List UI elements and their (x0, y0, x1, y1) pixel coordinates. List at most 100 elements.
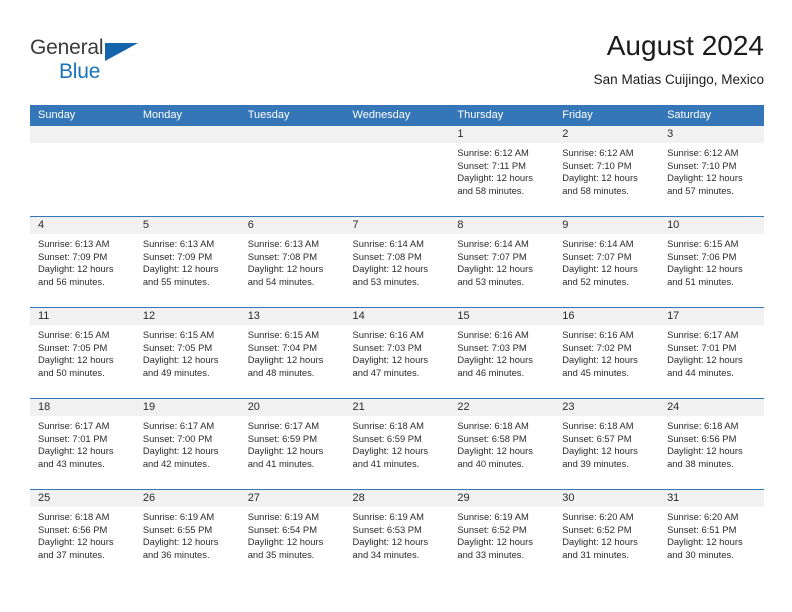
day-sunrise-text: Sunrise: 6:20 AM (667, 511, 739, 522)
day-sun-details: Sunrise: 6:13 AM Sunset: 7:09 PM Daylight:… (30, 234, 135, 288)
day-number: 16 (554, 308, 660, 325)
calendar-day-cell[interactable]: 9 Sunrise: 6:14 AM Sunset: 7:07 PM Daylight… (554, 216, 660, 308)
calendar-day-cell[interactable]: 26 Sunrise: 6:19 AM Sunset: 6:55 PM Dayligh… (134, 489, 240, 580)
calendar-day-cell[interactable]: 23 Sunrise: 6:18 AM Sunset: 6:57 PM Dayligh… (554, 398, 660, 490)
calendar-day-cell[interactable]: 15 Sunrise: 6:16 AM Sunset: 7:03 PM Dayligh… (449, 307, 555, 399)
day-daylight-text: Daylight: 12 hours (562, 445, 638, 457)
day-number: 13 (239, 308, 345, 325)
calendar-day-cell[interactable]: 30 Sunrise: 6:20 AM Sunset: 6:52 PM Dayligh… (554, 489, 660, 580)
day-daylight-text: and 48 minutes. (247, 366, 315, 378)
page-header: General Blue August 2024 San Matias Cuij… (30, 28, 764, 96)
calendar-day-cell[interactable]: 19 Sunrise: 6:17 AM Sunset: 7:00 PM Dayligh… (134, 398, 240, 490)
day-daylight-text: Daylight: 12 hours (562, 536, 638, 548)
day-number (134, 126, 240, 143)
day-number: 5 (134, 217, 240, 234)
day-cell-inner: 3 Sunrise: 6:12 AM Sunset: 7:10 PM Daylight… (659, 126, 764, 216)
calendar-day-cell[interactable]: 10 Sunrise: 6:15 AM Sunset: 7:06 PM Dayligh… (659, 216, 764, 308)
day-sun-details: Sunrise: 6:18 AM Sunset: 6:56 PM Daylight:… (30, 507, 135, 561)
day-cell-inner: 29 Sunrise: 6:19 AM Sunset: 6:52 PM Dayligh… (449, 490, 555, 580)
calendar-day-cell[interactable]: 2 Sunrise: 6:12 AM Sunset: 7:10 PM Daylight… (554, 126, 660, 217)
day-daylight-text: Daylight: 12 hours (247, 354, 324, 366)
calendar-day-cell[interactable]: 29 Sunrise: 6:19 AM Sunset: 6:52 PM Dayligh… (449, 489, 555, 580)
day-sun-details: Sunrise: 6:20 AM Sunset: 6:52 PM Daylight:… (554, 507, 659, 561)
day-daylight-text: Daylight: 12 hours (352, 536, 429, 548)
day-sun-details: Sunrise: 6:15 AM Sunset: 7:06 PM Daylight:… (659, 234, 764, 288)
weekday-header-wednesday: Wednesday (344, 105, 450, 126)
day-daylight-text: and 51 minutes. (667, 275, 734, 287)
day-daylight-text: and 41 minutes. (352, 457, 420, 469)
day-number: 17 (659, 308, 764, 325)
day-sunrise-text: Sunrise: 6:18 AM (38, 511, 110, 522)
logo-text-general: General (30, 36, 104, 59)
day-cell-inner: 13 Sunrise: 6:15 AM Sunset: 7:04 PM Dayligh… (239, 308, 345, 398)
day-daylight-text: Daylight: 12 hours (562, 354, 638, 366)
day-sunrise-text: Sunrise: 6:13 AM (142, 238, 215, 249)
day-number: 7 (344, 217, 450, 234)
calendar-day-cell[interactable]: 6 Sunrise: 6:13 AM Sunset: 7:08 PM Daylight… (239, 216, 345, 308)
calendar-day-cell[interactable]: 12 Sunrise: 6:15 AM Sunset: 7:05 PM Dayligh… (134, 307, 240, 399)
day-number: 6 (239, 217, 345, 234)
day-daylight-text: and 43 minutes. (38, 457, 105, 469)
day-daylight-text: and 58 minutes. (457, 184, 525, 196)
calendar-week-row: 11 Sunrise: 6:15 AM Sunset: 7:05 PM Dayligh… (30, 307, 764, 399)
day-daylight-text: and 34 minutes. (352, 548, 420, 560)
calendar-day-cell[interactable]: 20 Sunrise: 6:17 AM Sunset: 6:59 PM Dayligh… (239, 398, 345, 490)
calendar-day-cell[interactable]: 1 Sunrise: 6:12 AM Sunset: 7:11 PM Daylight… (449, 126, 555, 217)
calendar-day-cell[interactable]: 25 Sunrise: 6:18 AM Sunset: 6:56 PM Dayligh… (30, 489, 135, 580)
calendar-day-cell[interactable]: 4 Sunrise: 6:13 AM Sunset: 7:09 PM Daylight… (30, 216, 135, 308)
calendar-day-cell[interactable]: 21 Sunrise: 6:18 AM Sunset: 6:59 PM Dayligh… (344, 398, 450, 490)
day-cell-inner: 25 Sunrise: 6:18 AM Sunset: 6:56 PM Dayligh… (30, 490, 135, 580)
day-daylight-text: and 58 minutes. (562, 184, 629, 196)
day-daylight-text: and 45 minutes. (562, 366, 629, 378)
calendar-day-cell[interactable]: 16 Sunrise: 6:16 AM Sunset: 7:02 PM Dayligh… (554, 307, 660, 399)
day-daylight-text: and 53 minutes. (352, 275, 420, 287)
calendar-day-cell[interactable]: 17 Sunrise: 6:17 AM Sunset: 7:01 PM Dayligh… (659, 307, 764, 399)
calendar-grid: Sunday Monday Tuesday Wednesday Thursday… (30, 105, 764, 580)
day-daylight-text: and 52 minutes. (562, 275, 629, 287)
calendar-day-cell[interactable]: 22 Sunrise: 6:18 AM Sunset: 6:58 PM Dayligh… (449, 398, 555, 490)
day-sun-details: Sunrise: 6:17 AM Sunset: 7:00 PM Daylight:… (135, 416, 240, 470)
day-sunset-text: Sunset: 7:03 PM (457, 341, 527, 353)
day-daylight-text: Daylight: 12 hours (667, 354, 743, 366)
day-sun-details: Sunrise: 6:16 AM Sunset: 7:03 PM Daylight:… (345, 325, 450, 379)
day-number: 11 (30, 308, 135, 325)
day-daylight-text: and 56 minutes. (38, 275, 105, 287)
day-sun-details (345, 143, 450, 147)
day-daylight-text: Daylight: 12 hours (457, 263, 533, 275)
calendar-day-cell[interactable]: 11 Sunrise: 6:15 AM Sunset: 7:05 PM Dayligh… (30, 307, 135, 399)
calendar-day-cell[interactable]: 24 Sunrise: 6:18 AM Sunset: 6:56 PM Dayligh… (659, 398, 764, 490)
day-number: 27 (239, 490, 345, 507)
day-sunset-text: Sunset: 6:51 PM (667, 523, 737, 535)
day-sunrise-text: Sunrise: 6:15 AM (142, 329, 215, 340)
day-sun-details: Sunrise: 6:13 AM Sunset: 7:09 PM Daylight:… (135, 234, 240, 288)
calendar-day-cell[interactable]: 8 Sunrise: 6:14 AM Sunset: 7:07 PM Daylight… (449, 216, 555, 308)
calendar-day-cell[interactable]: 13 Sunrise: 6:15 AM Sunset: 7:04 PM Dayligh… (239, 307, 345, 399)
calendar-day-cell[interactable]: 3 Sunrise: 6:12 AM Sunset: 7:10 PM Daylight… (659, 126, 764, 217)
day-daylight-text: Daylight: 12 hours (457, 536, 533, 548)
calendar-day-cell[interactable]: 5 Sunrise: 6:13 AM Sunset: 7:09 PM Daylight… (134, 216, 240, 308)
day-number (239, 126, 345, 143)
calendar-day-cell[interactable]: 31 Sunrise: 6:20 AM Sunset: 6:51 PM Dayligh… (659, 489, 764, 580)
general-blue-logo[interactable]: General Blue (30, 36, 150, 88)
calendar-day-cell[interactable]: 14 Sunrise: 6:16 AM Sunset: 7:03 PM Dayligh… (344, 307, 450, 399)
calendar-week-row: 1 Sunrise: 6:12 AM Sunset: 7:11 PM Daylight… (30, 126, 764, 217)
calendar-day-cell[interactable]: 7 Sunrise: 6:14 AM Sunset: 7:08 PM Daylight… (344, 216, 450, 308)
weekday-header-friday: Friday (554, 105, 660, 126)
day-sunrise-text: Sunrise: 6:19 AM (142, 511, 215, 522)
day-sun-details: Sunrise: 6:19 AM Sunset: 6:55 PM Daylight:… (135, 507, 240, 561)
day-sunset-text: Sunset: 7:10 PM (667, 159, 737, 171)
day-number: 20 (239, 399, 345, 416)
calendar-day-cell[interactable]: 27 Sunrise: 6:19 AM Sunset: 6:54 PM Dayligh… (239, 489, 345, 580)
calendar-day-cell[interactable]: 18 Sunrise: 6:17 AM Sunset: 7:01 PM Dayligh… (30, 398, 135, 490)
day-sun-details: Sunrise: 6:12 AM Sunset: 7:10 PM Daylight:… (659, 143, 764, 197)
day-number: 18 (30, 399, 135, 416)
day-sunset-text: Sunset: 7:10 PM (562, 159, 632, 171)
day-sunset-text: Sunset: 7:11 PM (457, 159, 526, 171)
day-cell-inner: 2 Sunrise: 6:12 AM Sunset: 7:10 PM Daylight… (554, 126, 660, 216)
day-daylight-text: Daylight: 12 hours (352, 445, 429, 457)
calendar-day-cell[interactable]: 28 Sunrise: 6:19 AM Sunset: 6:53 PM Dayligh… (344, 489, 450, 580)
day-number: 31 (659, 490, 764, 507)
day-sunrise-text: Sunrise: 6:17 AM (142, 420, 215, 431)
day-cell-inner: 6 Sunrise: 6:13 AM Sunset: 7:08 PM Daylight… (239, 217, 345, 307)
day-daylight-text: and 54 minutes. (247, 275, 315, 287)
